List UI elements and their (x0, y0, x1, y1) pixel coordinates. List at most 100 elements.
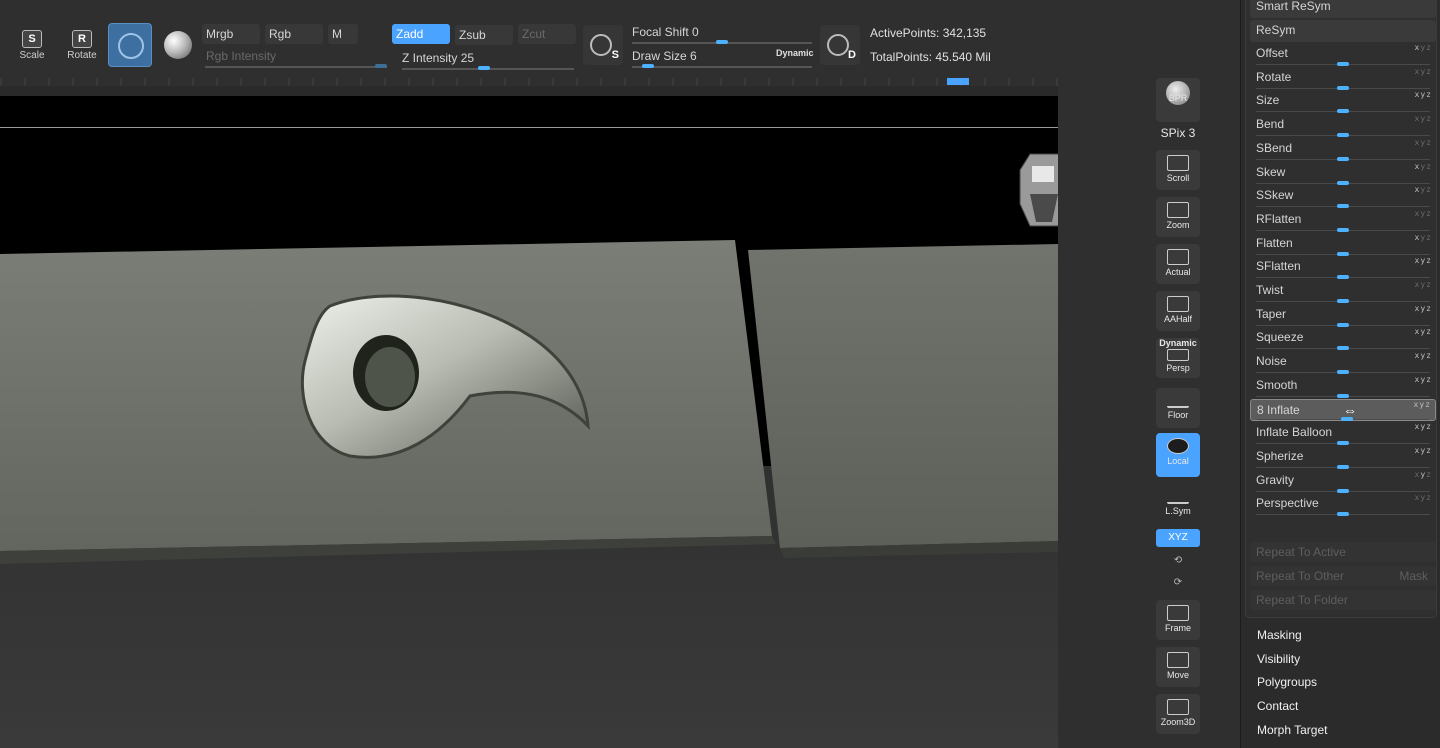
section-polygroups[interactable]: Polygroups (1257, 675, 1317, 689)
deform-slider-smooth[interactable]: Smooth xyz (1250, 375, 1436, 398)
deform-slider-sflatten[interactable]: SFlatten xyz (1250, 256, 1436, 280)
axis-z-toggle[interactable]: z (1426, 138, 1432, 147)
axis-z-toggle[interactable]: z (1426, 422, 1432, 431)
stroke-d-button[interactable]: D (820, 25, 860, 65)
aahalf-button[interactable]: AAHalf (1156, 291, 1200, 331)
deform-slider-offset[interactable]: Offset xyz (1250, 43, 1436, 66)
axis-toggles[interactable]: xyz (1415, 446, 1432, 455)
axis-toggles[interactable]: xyz (1415, 185, 1432, 194)
scroll-button[interactable]: Scroll (1156, 150, 1200, 190)
deform-slider-perspective[interactable]: Perspective xyz (1250, 493, 1436, 517)
slider-knob[interactable] (1337, 133, 1349, 138)
slider-knob[interactable] (1337, 346, 1349, 351)
slider-knob[interactable] (1337, 251, 1349, 256)
axis-toggles[interactable]: xyz (1414, 400, 1431, 409)
mrgb-button[interactable]: Mrgb (202, 24, 260, 44)
rotate-y-icon[interactable]: ⟲ (1156, 552, 1200, 570)
rotate-z-icon[interactable]: ⟳ (1156, 574, 1200, 592)
slider-knob[interactable] (1337, 62, 1349, 66)
slider-knob[interactable] (1337, 393, 1349, 398)
deform-slider-twist[interactable]: Twist xyz (1250, 280, 1436, 303)
slider-knob[interactable] (1337, 322, 1349, 327)
axis-z-toggle[interactable]: z (1426, 470, 1432, 479)
repeat-to-folder-button[interactable]: Repeat To Folder (1250, 590, 1436, 610)
slider-knob[interactable] (1337, 370, 1349, 375)
scale-button[interactable]: S Scale (12, 26, 52, 66)
axis-z-toggle[interactable]: z (1426, 493, 1432, 502)
deform-slider-gravity[interactable]: Gravity xyz (1250, 470, 1436, 493)
z-intensity-slider[interactable]: Z Intensity 25 (398, 48, 574, 68)
deform-slider-sbend[interactable]: SBend xyz (1250, 138, 1436, 161)
axis-z-toggle[interactable]: z (1426, 304, 1432, 313)
zcut-button[interactable]: Zcut (518, 24, 576, 44)
section-contact[interactable]: Contact (1257, 699, 1298, 713)
axis-z-toggle[interactable]: z (1426, 351, 1432, 360)
section-morph-target[interactable]: Morph Target (1257, 723, 1327, 737)
material-button[interactable] (156, 23, 200, 67)
axis-toggles[interactable]: xyz (1415, 67, 1432, 76)
rgb-intensity-knob[interactable] (375, 64, 387, 68)
axis-toggles[interactable]: xyz (1415, 280, 1432, 289)
draw-size-slider[interactable]: Draw Size 6 (628, 46, 768, 66)
focal-shift-knob[interactable] (716, 40, 728, 44)
draw-size-knob[interactable] (642, 64, 654, 68)
axis-z-toggle[interactable]: z (1426, 375, 1432, 384)
deform-slider-rflatten[interactable]: RFlatten xyz (1250, 209, 1436, 232)
slider-knob[interactable] (1337, 204, 1349, 209)
axis-z-toggle[interactable]: z (1426, 446, 1432, 455)
axis-toggles[interactable]: xyz (1415, 90, 1432, 99)
zoom3d-button[interactable]: Zoom3D (1156, 694, 1200, 734)
axis-toggles[interactable]: xyz (1415, 162, 1432, 171)
axis-z-toggle[interactable]: z (1426, 256, 1432, 265)
slider-knob[interactable] (1337, 512, 1349, 517)
slider-knob[interactable] (1337, 441, 1349, 446)
deform-slider-spherize[interactable]: Spherize xyz (1250, 446, 1436, 469)
axis-z-toggle[interactable]: z (1426, 233, 1432, 242)
axis-toggles[interactable]: xyz (1415, 470, 1432, 479)
canvas-viewport[interactable] (0, 96, 1058, 748)
deform-slider-noise[interactable]: Noise xyz (1250, 351, 1436, 375)
frame-button[interactable]: Frame (1156, 600, 1200, 640)
smart-resym-button[interactable]: Smart ReSym (1250, 0, 1436, 18)
axis-z-toggle[interactable]: z (1426, 209, 1432, 218)
axis-toggles[interactable]: xyz (1415, 233, 1432, 242)
axis-z-toggle[interactable]: z (1426, 90, 1432, 99)
axis-z-toggle[interactable]: z (1426, 67, 1432, 76)
section-visibility[interactable]: Visibility (1257, 652, 1300, 666)
axis-toggles[interactable]: xyz (1415, 351, 1432, 360)
rgb-intensity-slider[interactable]: Rgb Intensity (202, 46, 388, 66)
axis-z-toggle[interactable]: z (1426, 185, 1432, 194)
axis-toggles[interactable]: xyz (1415, 138, 1432, 147)
xyz-button[interactable]: XYZ (1156, 529, 1200, 547)
slider-knob[interactable] (1337, 156, 1349, 161)
rgb-button[interactable]: Rgb (265, 24, 323, 44)
slider-knob[interactable] (1337, 85, 1349, 90)
z-intensity-knob[interactable] (478, 66, 490, 70)
stroke-s-button[interactable]: S (583, 25, 623, 65)
zadd-button[interactable]: Zadd (392, 24, 450, 44)
move-button[interactable]: Move (1156, 647, 1200, 687)
deform-slider-inflate-balloon[interactable]: Inflate Balloon xyz (1250, 422, 1436, 446)
axis-z-toggle[interactable]: z (1426, 327, 1432, 336)
slider-knob[interactable] (1337, 488, 1349, 493)
dynamic-toggle[interactable]: Dynamic (772, 43, 818, 63)
deform-slider-taper[interactable]: Taper xyz (1250, 304, 1436, 327)
floor-button[interactable]: Floor (1156, 388, 1200, 428)
axis-toggles[interactable]: xyz (1415, 43, 1432, 52)
zsub-button[interactable]: Zsub (455, 25, 513, 45)
rotate-button[interactable]: R Rotate (62, 26, 102, 66)
axis-toggles[interactable]: xyz (1415, 256, 1432, 265)
slider-knob[interactable] (1337, 275, 1349, 280)
axis-z-toggle[interactable]: z (1425, 400, 1431, 409)
axis-toggles[interactable]: xyz (1415, 327, 1432, 336)
deform-slider-size[interactable]: Size xyz (1250, 90, 1436, 114)
axis-toggles[interactable]: xyz (1415, 422, 1432, 431)
axis-z-toggle[interactable]: z (1426, 162, 1432, 171)
resym-button[interactable]: ReSym (1250, 20, 1436, 42)
deform-slider-8-inflate[interactable]: 8 Inflate xyz ⇔ (1250, 398, 1436, 421)
m-button[interactable]: M (328, 24, 358, 44)
axis-toggles[interactable]: xyz (1415, 493, 1432, 502)
deform-slider-squeeze[interactable]: Squeeze xyz (1250, 327, 1436, 351)
focal-shift-slider[interactable]: Focal Shift 0 (628, 22, 814, 42)
axis-z-toggle[interactable]: z (1426, 114, 1432, 123)
